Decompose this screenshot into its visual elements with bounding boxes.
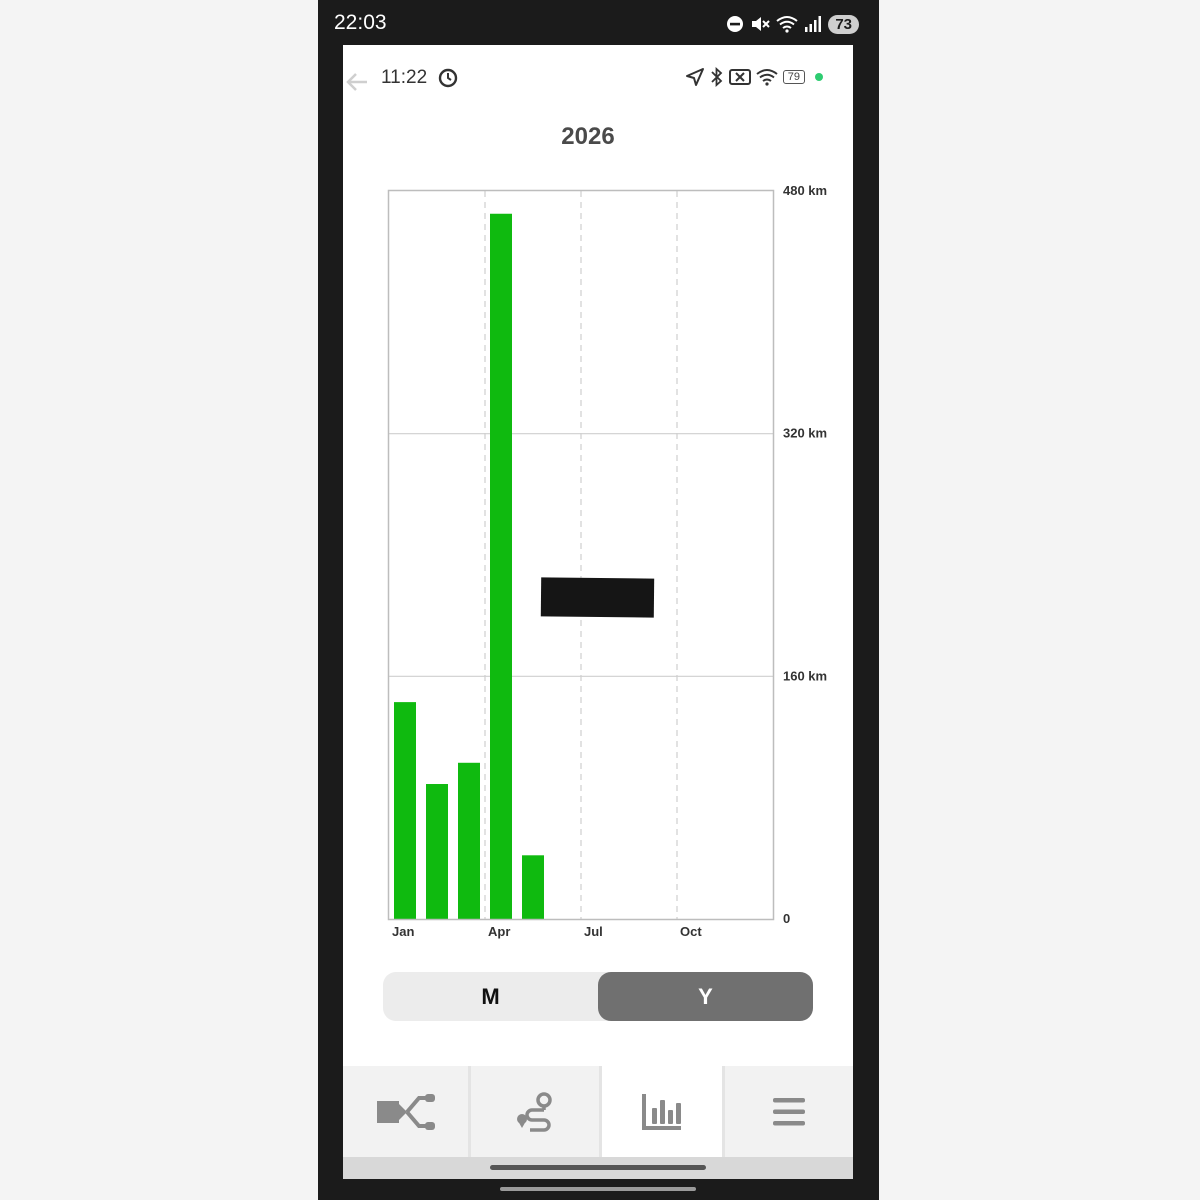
route-icon	[517, 1091, 552, 1132]
y-tick-label: 320 km	[783, 426, 827, 441]
bar-jan[interactable]	[394, 702, 416, 919]
month-toggle-button[interactable]: M	[383, 972, 598, 1021]
app-gesture-area	[343, 1157, 853, 1179]
signal-icon	[805, 16, 822, 32]
x-tick-label: Apr	[488, 924, 510, 939]
x-tick-label: Oct	[680, 924, 702, 939]
home-indicator[interactable]	[490, 1165, 706, 1170]
nav-routes[interactable]	[471, 1066, 599, 1157]
bar-chart-icon	[642, 1093, 681, 1130]
app-screen: 11:22 79 2026 0 160 km 320 km 480 km Jan…	[343, 45, 853, 1179]
bar-apr[interactable]	[490, 213, 512, 919]
chart-bars	[394, 213, 544, 919]
distance-bar-chart: 0 160 km 320 km 480 km Jan Apr Jul Oct	[387, 183, 827, 939]
wifi-icon	[776, 16, 798, 33]
x-tick-label: Jan	[392, 924, 414, 939]
hamburger-icon	[773, 1097, 805, 1125]
y-tick-label: 160 km	[783, 668, 827, 683]
y-axis-labels: 0 160 km 320 km 480 km	[783, 183, 827, 926]
bottom-navigation	[343, 1066, 853, 1157]
system-status-icons: 73	[726, 12, 859, 36]
period-toggle: M Y	[383, 972, 813, 1021]
x-tick-label: Jul	[584, 924, 603, 939]
bar-feb[interactable]	[426, 784, 448, 919]
nav-connect[interactable]	[343, 1066, 468, 1157]
bar-mar[interactable]	[458, 762, 480, 919]
system-home-indicator[interactable]	[500, 1187, 696, 1191]
bar-may[interactable]	[522, 855, 544, 919]
nav-statistics[interactable]	[602, 1066, 722, 1157]
system-battery: 73	[828, 14, 859, 34]
redaction-block	[540, 577, 655, 618]
year-toggle-button[interactable]: Y	[598, 972, 813, 1021]
y-tick-label: 480 km	[783, 183, 827, 198]
dnd-icon	[727, 16, 744, 32]
mute-icon	[752, 17, 771, 31]
system-time: 22:03	[334, 11, 387, 34]
system-status-bar: 22:03 73	[318, 0, 879, 45]
y-tick-label: 0	[783, 911, 790, 926]
nav-menu[interactable]	[725, 1066, 853, 1157]
x-axis-labels: Jan Apr Jul Oct	[392, 924, 702, 939]
connector-icon	[376, 1093, 435, 1130]
